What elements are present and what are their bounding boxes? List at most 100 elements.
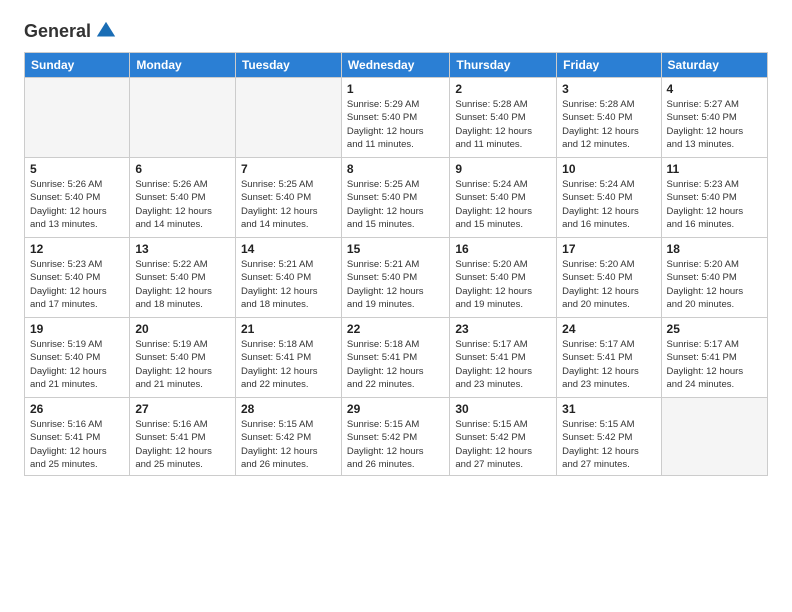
calendar-cell: 3Sunrise: 5:28 AM Sunset: 5:40 PM Daylig… <box>557 78 661 158</box>
calendar-cell: 16 Sunrise: 5:20 AM Sunset: 5:40 PM Dayli… <box>450 238 557 318</box>
day-number: 30 <box>455 402 551 416</box>
day-info: Sunrise: 5:28 AM Sunset: 5:40 PM Dayligh… <box>562 98 655 151</box>
calendar-cell: 24 Sunrise: 5:17 AM Sunset: 5:41 PM Dayli… <box>557 318 661 398</box>
day-number: 16 <box>455 242 551 256</box>
calendar-cell: 22Sunrise: 5:18 AM Sunset: 5:41 PM Dayli… <box>341 318 449 398</box>
day-number: 17 <box>562 242 655 256</box>
day-info: Sunrise: 5:25 AM Sunset: 5:40 PM Dayligh… <box>347 178 444 231</box>
day-number: 20 <box>135 322 230 336</box>
calendar-cell: 20 Sunrise: 5:19 AM Sunset: 5:40 PM Dayli… <box>130 318 236 398</box>
day-info: Sunrise: 5:15 AM Sunset: 5:42 PM Dayligh… <box>562 418 655 471</box>
day-info: Sunrise: 5:15 AM Sunset: 5:42 PM Dayligh… <box>455 418 551 471</box>
calendar-cell <box>235 78 341 158</box>
day-info: Sunrise: 5:19 AM Sunset: 5:40 PM Dayligh… <box>135 338 230 391</box>
day-number: 28 <box>241 402 336 416</box>
day-number: 23 <box>455 322 551 336</box>
day-number: 9 <box>455 162 551 176</box>
weekday-header-thursday: Thursday <box>450 53 557 78</box>
day-number: 19 <box>30 322 124 336</box>
calendar-cell <box>130 78 236 158</box>
calendar-cell: 23 Sunrise: 5:17 AM Sunset: 5:41 PM Dayli… <box>450 318 557 398</box>
calendar-cell: 13 Sunrise: 5:22 AM Sunset: 5:40 PM Dayli… <box>130 238 236 318</box>
calendar-cell: 30 Sunrise: 5:15 AM Sunset: 5:42 PM Dayli… <box>450 398 557 476</box>
calendar-page: General SundayMondayTuesdayWednesdayThur… <box>0 0 792 612</box>
day-info: Sunrise: 5:17 AM Sunset: 5:41 PM Dayligh… <box>667 338 762 391</box>
day-info: Sunrise: 5:16 AM Sunset: 5:41 PM Dayligh… <box>135 418 230 471</box>
weekday-header-wednesday: Wednesday <box>341 53 449 78</box>
day-info: Sunrise: 5:18 AM Sunset: 5:41 PM Dayligh… <box>241 338 336 391</box>
day-number: 11 <box>667 162 762 176</box>
calendar-cell: 10Sunrise: 5:24 AM Sunset: 5:40 PM Dayli… <box>557 158 661 238</box>
calendar-week-5: 26 Sunrise: 5:16 AM Sunset: 5:41 PM Dayli… <box>25 398 768 476</box>
calendar-table: SundayMondayTuesdayWednesdayThursdayFrid… <box>24 52 768 476</box>
calendar-cell: 21 Sunrise: 5:18 AM Sunset: 5:41 PM Dayli… <box>235 318 341 398</box>
calendar-cell: 19Sunrise: 5:19 AM Sunset: 5:40 PM Dayli… <box>25 318 130 398</box>
calendar-cell: 2 Sunrise: 5:28 AM Sunset: 5:40 PM Daylig… <box>450 78 557 158</box>
day-info: Sunrise: 5:15 AM Sunset: 5:42 PM Dayligh… <box>347 418 444 471</box>
day-number: 2 <box>455 82 551 96</box>
day-info: Sunrise: 5:21 AM Sunset: 5:40 PM Dayligh… <box>241 258 336 311</box>
day-number: 29 <box>347 402 444 416</box>
day-info: Sunrise: 5:24 AM Sunset: 5:40 PM Dayligh… <box>562 178 655 231</box>
calendar-cell: 25Sunrise: 5:17 AM Sunset: 5:41 PM Dayli… <box>661 318 767 398</box>
calendar-cell: 15 Sunrise: 5:21 AM Sunset: 5:40 PM Dayli… <box>341 238 449 318</box>
weekday-header-saturday: Saturday <box>661 53 767 78</box>
day-number: 13 <box>135 242 230 256</box>
calendar-cell: 6 Sunrise: 5:26 AM Sunset: 5:40 PM Daylig… <box>130 158 236 238</box>
day-number: 24 <box>562 322 655 336</box>
weekday-header-sunday: Sunday <box>25 53 130 78</box>
calendar-week-4: 19 Sunrise: 5:19 AM Sunset: 5:40 PM Dayli… <box>25 318 768 398</box>
calendar-cell: 8 Sunrise: 5:25 AM Sunset: 5:40 PM Daylig… <box>341 158 449 238</box>
logo: General <box>24 20 117 38</box>
day-info: Sunrise: 5:20 AM Sunset: 5:40 PM Dayligh… <box>455 258 551 311</box>
logo-general: General <box>24 21 91 42</box>
day-info: Sunrise: 5:20 AM Sunset: 5:40 PM Dayligh… <box>667 258 762 311</box>
day-info: Sunrise: 5:16 AM Sunset: 5:41 PM Dayligh… <box>30 418 124 471</box>
calendar-cell: 4 Sunrise: 5:27 AM Sunset: 5:40 PM Daylig… <box>661 78 767 158</box>
calendar-cell: 27Sunrise: 5:16 AM Sunset: 5:41 PM Dayli… <box>130 398 236 476</box>
weekday-header-monday: Monday <box>130 53 236 78</box>
day-info: Sunrise: 5:26 AM Sunset: 5:40 PM Dayligh… <box>30 178 124 231</box>
calendar-cell: 18 Sunrise: 5:20 AM Sunset: 5:40 PM Dayli… <box>661 238 767 318</box>
day-info: Sunrise: 5:28 AM Sunset: 5:40 PM Dayligh… <box>455 98 551 151</box>
calendar-cell: 29 Sunrise: 5:15 AM Sunset: 5:42 PM Dayli… <box>341 398 449 476</box>
calendar-cell: 14 Sunrise: 5:21 AM Sunset: 5:40 PM Dayli… <box>235 238 341 318</box>
weekday-header-tuesday: Tuesday <box>235 53 341 78</box>
day-info: Sunrise: 5:23 AM Sunset: 5:40 PM Dayligh… <box>30 258 124 311</box>
weekday-header-row: SundayMondayTuesdayWednesdayThursdayFrid… <box>25 53 768 78</box>
day-info: Sunrise: 5:27 AM Sunset: 5:40 PM Dayligh… <box>667 98 762 151</box>
calendar-cell: 9 Sunrise: 5:24 AM Sunset: 5:40 PM Daylig… <box>450 158 557 238</box>
day-info: Sunrise: 5:24 AM Sunset: 5:40 PM Dayligh… <box>455 178 551 231</box>
logo-icon <box>95 20 117 42</box>
weekday-header-friday: Friday <box>557 53 661 78</box>
calendar-cell: 1Sunrise: 5:29 AM Sunset: 5:40 PM Daylig… <box>341 78 449 158</box>
day-number: 4 <box>667 82 762 96</box>
day-number: 31 <box>562 402 655 416</box>
day-number: 15 <box>347 242 444 256</box>
day-number: 5 <box>30 162 124 176</box>
day-info: Sunrise: 5:22 AM Sunset: 5:40 PM Dayligh… <box>135 258 230 311</box>
day-info: Sunrise: 5:17 AM Sunset: 5:41 PM Dayligh… <box>455 338 551 391</box>
day-number: 21 <box>241 322 336 336</box>
day-info: Sunrise: 5:20 AM Sunset: 5:40 PM Dayligh… <box>562 258 655 311</box>
calendar-week-2: 5 Sunrise: 5:26 AM Sunset: 5:40 PM Daylig… <box>25 158 768 238</box>
day-number: 14 <box>241 242 336 256</box>
calendar-week-3: 12 Sunrise: 5:23 AM Sunset: 5:40 PM Dayli… <box>25 238 768 318</box>
calendar-cell: 28 Sunrise: 5:15 AM Sunset: 5:42 PM Dayli… <box>235 398 341 476</box>
day-number: 8 <box>347 162 444 176</box>
day-info: Sunrise: 5:17 AM Sunset: 5:41 PM Dayligh… <box>562 338 655 391</box>
calendar-cell: 12 Sunrise: 5:23 AM Sunset: 5:40 PM Dayli… <box>25 238 130 318</box>
day-number: 18 <box>667 242 762 256</box>
calendar-cell <box>25 78 130 158</box>
day-number: 7 <box>241 162 336 176</box>
day-info: Sunrise: 5:21 AM Sunset: 5:40 PM Dayligh… <box>347 258 444 311</box>
day-info: Sunrise: 5:15 AM Sunset: 5:42 PM Dayligh… <box>241 418 336 471</box>
day-number: 12 <box>30 242 124 256</box>
day-number: 26 <box>30 402 124 416</box>
calendar-cell: 31 Sunrise: 5:15 AM Sunset: 5:42 PM Dayli… <box>557 398 661 476</box>
day-number: 6 <box>135 162 230 176</box>
day-info: Sunrise: 5:18 AM Sunset: 5:41 PM Dayligh… <box>347 338 444 391</box>
day-info: Sunrise: 5:26 AM Sunset: 5:40 PM Dayligh… <box>135 178 230 231</box>
day-info: Sunrise: 5:25 AM Sunset: 5:40 PM Dayligh… <box>241 178 336 231</box>
day-info: Sunrise: 5:23 AM Sunset: 5:40 PM Dayligh… <box>667 178 762 231</box>
